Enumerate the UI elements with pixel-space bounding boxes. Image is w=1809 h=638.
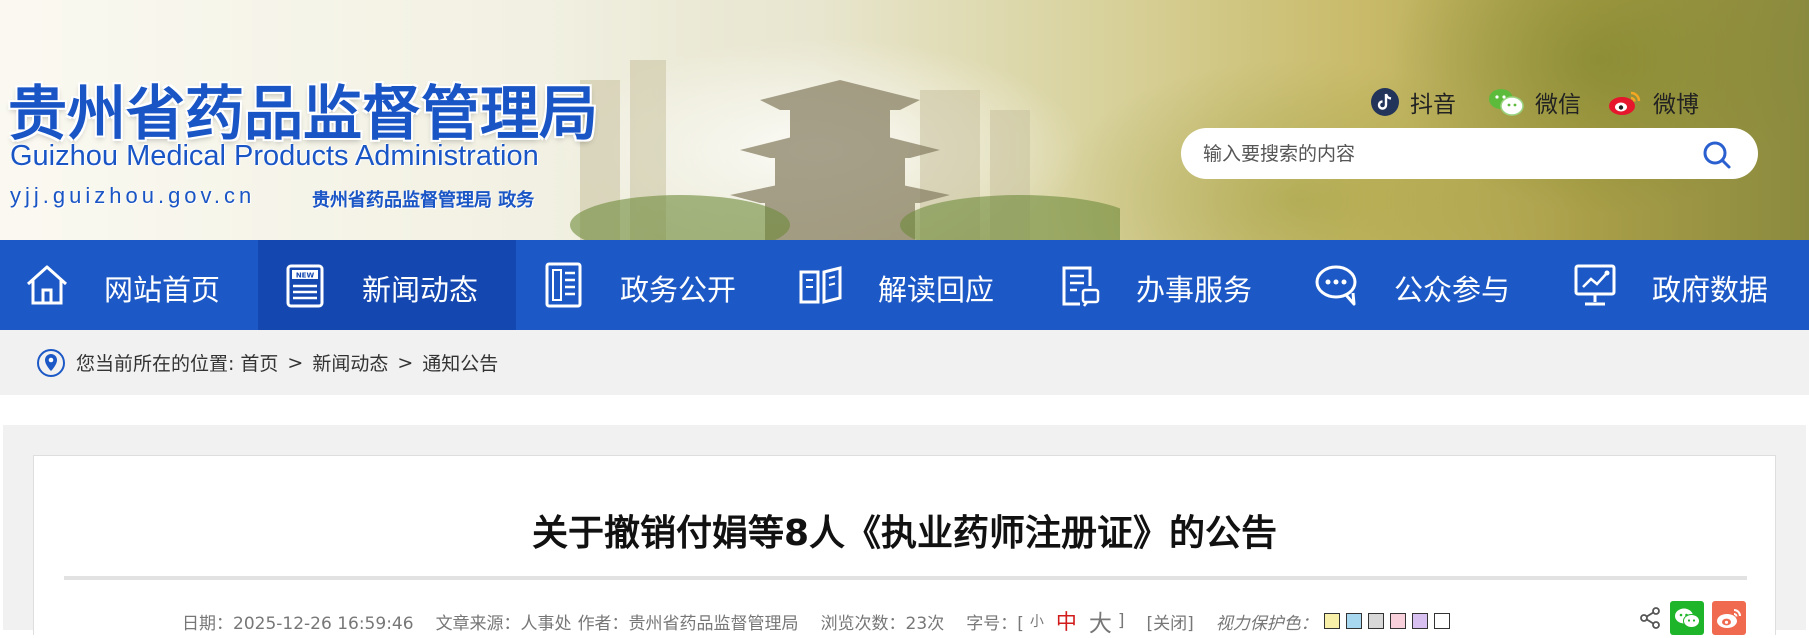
social-link-wechat[interactable]: 微信 [1487, 85, 1581, 119]
wechat-icon [1675, 608, 1700, 628]
svg-text:NEW: NEW [296, 272, 315, 280]
search-input[interactable] [1203, 142, 1703, 165]
social-link-weibo[interactable]: 微博 [1607, 85, 1699, 119]
weibo-icon [1609, 91, 1641, 115]
service-form-icon [1062, 266, 1100, 307]
weibo-icon [1717, 609, 1741, 628]
douyin-icon [1371, 88, 1399, 116]
nav-item-gov-affairs[interactable]: 政务公开 [516, 240, 774, 330]
search-icon[interactable] [1702, 140, 1732, 170]
font-size-large-button[interactable]: 大 [1089, 604, 1112, 638]
share-icon[interactable] [1638, 606, 1662, 630]
breadcrumb-link-notices[interactable]: 通知公告 [422, 349, 498, 376]
article-title: 关于撤销付娟等8人《执业药师注册证》的公告 [531, 513, 1278, 554]
document-icon [545, 262, 582, 308]
breadcrumb-prefix: 您当前所在的位置: [76, 353, 235, 375]
eye-care-swatch-white[interactable] [1433, 613, 1450, 629]
font-size-close-bracket: ] [1117, 611, 1125, 631]
nav-item-news[interactable]: NEW 新闻动态 [258, 240, 516, 330]
breadcrumb-separator: > [397, 351, 414, 374]
social-label-wechat: 微信 [1535, 92, 1581, 118]
nav-label-news: 新闻动态 [362, 273, 479, 307]
site-logo-english: Guizhou Medical Products Administration [10, 140, 539, 172]
news-icon: NEW [286, 264, 324, 308]
main-nav: 网站首页 NEW 新闻动态 政务公开 解读回应 办事服务 公众参与 政府数据 [0, 240, 1809, 330]
social-label-douyin: 抖音 [1410, 92, 1456, 118]
article-container: 关于撤销付娟等8人《执业药师注册证》的公告 日期：2025-12-26 16:5… [3, 425, 1806, 637]
eye-care-swatch-yellow[interactable] [1323, 613, 1340, 629]
font-size-medium-button[interactable]: 中 [1056, 606, 1077, 636]
breadcrumb-separator: > [287, 351, 304, 374]
search-box[interactable] [1181, 128, 1758, 179]
nav-label-gov-data: 政府数据 [1652, 273, 1769, 307]
monitor-chart-icon [1574, 264, 1616, 306]
chat-bubble-icon [1315, 265, 1357, 306]
site-url: yjj.guizhou.gov.cn [10, 183, 256, 208]
nav-label-gov-affairs: 政务公开 [620, 273, 737, 307]
nav-label-participation: 公众参与 [1394, 273, 1511, 307]
wechat-icon [1489, 89, 1524, 116]
nav-label-interpretation: 解读回应 [878, 273, 995, 307]
article-panel: 关于撤销付娟等8人《执业药师注册证》的公告 日期：2025-12-26 16:5… [33, 455, 1776, 638]
social-link-douyin[interactable]: 抖音 [1370, 85, 1456, 119]
location-pin-icon [37, 348, 65, 377]
city-skyline-illustration [570, 60, 1120, 240]
eye-care-swatch-blue[interactable] [1345, 613, 1362, 629]
nav-item-interpretation[interactable]: 解读回应 [774, 240, 1032, 330]
font-size-small-button[interactable]: 小 [1030, 611, 1044, 631]
eye-care-swatch-gray[interactable] [1367, 613, 1384, 629]
breadcrumb-link-home[interactable]: 首页 [240, 349, 278, 376]
breadcrumb-link-news[interactable]: 新闻动态 [312, 349, 388, 376]
breadcrumb: 您当前所在的位置: 首页 > 新闻动态 > 通知公告 [0, 330, 1809, 395]
nav-item-participation[interactable]: 公众参与 [1290, 240, 1548, 330]
home-icon [26, 265, 68, 305]
eye-care-swatch-pink[interactable] [1389, 613, 1406, 629]
header-banner: 贵州省药品监督管理局 Guizhou Medical Products Admi… [0, 0, 1809, 240]
title-divider [64, 576, 1747, 580]
nav-item-services[interactable]: 办事服务 [1032, 240, 1290, 330]
open-book-icon [799, 266, 842, 304]
nav-label-services: 办事服务 [1136, 273, 1253, 307]
social-label-weibo: 微博 [1653, 92, 1699, 118]
nav-label-home: 网站首页 [104, 273, 221, 307]
eye-care-swatch-purple[interactable] [1411, 613, 1428, 629]
site-subtitle: 贵州省药品监督管理局 政务 [312, 190, 535, 211]
site-logo-chinese[interactable]: 贵州省药品监督管理局 [8, 66, 598, 151]
nav-item-home[interactable]: 网站首页 [0, 240, 258, 330]
article-meta: 日期：2025-12-26 16:59:46 文章来源：人事处 作者：贵州省药品… [182, 604, 1450, 638]
nav-item-gov-data[interactable]: 政府数据 [1548, 240, 1806, 330]
